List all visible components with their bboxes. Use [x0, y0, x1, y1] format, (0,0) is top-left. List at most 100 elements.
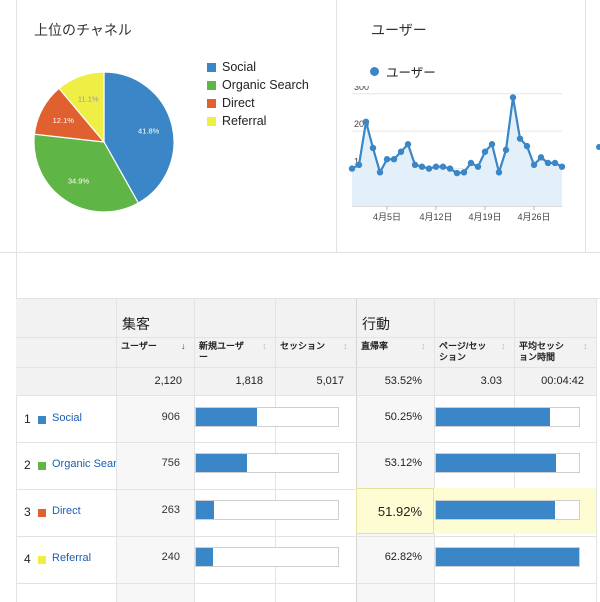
users-data-point[interactable] — [369, 144, 377, 152]
users-data-point[interactable] — [397, 148, 405, 155]
legend-item-direct[interactable]: Direct — [207, 96, 255, 110]
users-data-point[interactable] — [474, 163, 482, 170]
pie-slice-label: 34.9% — [68, 177, 90, 186]
users-data-point[interactable] — [544, 159, 552, 167]
users-data-point[interactable] — [502, 146, 510, 154]
total-value: 53.52% — [384, 375, 422, 387]
sort-icon[interactable]: ↕ — [583, 341, 588, 351]
users-data-point[interactable] — [390, 156, 398, 163]
row-index: 3 — [24, 505, 31, 519]
users-data-point[interactable] — [516, 135, 524, 142]
users-data-point[interactable] — [460, 169, 468, 176]
sort-icon[interactable]: ↕ — [343, 341, 348, 351]
pages-bar-fill — [436, 501, 555, 519]
users-data-point[interactable] — [425, 165, 433, 172]
users-data-point[interactable] — [383, 156, 391, 163]
pie-slice-label: 41.8% — [138, 126, 160, 135]
x-tick-label: 4月26日 — [517, 212, 550, 222]
users-data-point[interactable] — [481, 148, 489, 155]
row-divider — [16, 367, 596, 368]
users-data-point[interactable] — [509, 94, 517, 101]
sort-icon[interactable]: ↕ — [421, 341, 426, 351]
users-value: 263 — [161, 504, 180, 516]
legend-item-referral[interactable]: Referral — [207, 114, 266, 128]
users-data-point[interactable] — [467, 159, 475, 167]
behavior-header: 行動 — [362, 316, 390, 332]
row-divider — [16, 583, 596, 584]
channel-link[interactable]: Social — [52, 412, 116, 424]
pie-slice-label: 12.1% — [53, 116, 75, 125]
bounce-rate-value: 51.92% — [377, 504, 422, 519]
legend-item-social[interactable]: Social — [207, 60, 256, 74]
legend-swatch-icon — [207, 116, 216, 126]
column-header-5[interactable]: ページ/セッ ション — [439, 341, 499, 363]
column-divider — [596, 299, 597, 602]
bounce-rate-value: 62.82% — [384, 551, 422, 563]
column-header-line: 平均セッシ — [519, 341, 565, 351]
acquisition-header: 集客 — [122, 316, 150, 332]
column-header-4[interactable]: 直帰率 — [361, 341, 419, 352]
sort-icon[interactable]: ↕ — [501, 341, 506, 351]
users-data-point[interactable] — [418, 163, 426, 170]
row-divider — [16, 337, 596, 338]
column-header-line: ョン時間 — [519, 352, 556, 362]
users-data-point[interactable] — [495, 169, 503, 176]
legend-label: Direct — [222, 96, 255, 110]
row-divider — [16, 442, 596, 443]
users-data-point[interactable] — [376, 169, 384, 176]
users-data-point[interactable] — [488, 141, 496, 148]
users-data-point[interactable] — [355, 161, 363, 169]
sort-desc-icon[interactable]: ↓ — [181, 341, 186, 351]
users-data-point[interactable] — [558, 163, 566, 170]
channels-pie-chart: 41.8% 34.9% 12.1% 11.1% — [33, 71, 175, 213]
users-data-point[interactable] — [523, 142, 531, 150]
channel-link[interactable]: Referral — [52, 552, 116, 564]
column-header-line: ユーザー — [121, 341, 157, 351]
users-data-point[interactable] — [453, 169, 461, 177]
channels-title: 上位のチャネル — [34, 22, 132, 38]
new-users-bar-fill — [196, 408, 258, 426]
x-tick-label: 4月12日 — [419, 212, 452, 222]
total-value: 1,818 — [235, 375, 263, 387]
pages-bar-fill — [436, 548, 579, 566]
column-header-line: ション — [439, 352, 467, 362]
legend-item-organic-search[interactable]: Organic Search — [207, 78, 309, 92]
users-data-point[interactable] — [432, 163, 440, 170]
new-users-bar — [195, 547, 339, 567]
users-data-point[interactable] — [362, 118, 370, 126]
column-header-line: セッション — [280, 341, 326, 351]
x-tick-label: 4月5日 — [373, 212, 401, 222]
row-index: 1 — [24, 412, 31, 426]
users-data-point[interactable] — [404, 141, 412, 148]
users-data-point[interactable] — [537, 154, 545, 161]
users-data-point[interactable] — [446, 165, 454, 172]
new-users-bar — [195, 407, 339, 427]
row-index: 2 — [24, 458, 31, 472]
pages-bar-fill — [436, 408, 551, 426]
channel-color-swatch — [38, 556, 46, 564]
legend-swatch-icon — [207, 80, 216, 90]
users-data-point[interactable] — [439, 163, 447, 170]
channel-link[interactable]: Direct — [52, 505, 116, 517]
users-data-point[interactable] — [530, 161, 538, 169]
new-users-bar-fill — [196, 501, 215, 519]
column-header-line: 直帰率 — [361, 341, 389, 351]
users-value: 906 — [161, 411, 180, 423]
pie-slice-label: 11.1% — [78, 95, 99, 104]
users-legend: ユーザー — [370, 62, 436, 81]
users-data-point[interactable] — [411, 161, 419, 169]
column-header-1[interactable]: ユーザー — [121, 341, 179, 352]
users-data-point[interactable] — [348, 165, 356, 172]
row-divider — [16, 395, 596, 396]
channel-link[interactable]: Organic Sear — [52, 458, 116, 470]
column-header-2[interactable]: 新規ユーザー — [199, 341, 260, 363]
total-value: 00:04:42 — [541, 375, 584, 387]
sort-icon[interactable]: ↕ — [262, 341, 267, 351]
users-column-bg — [116, 367, 194, 602]
column-header-6[interactable]: 平均セッシ ョン時間 — [519, 341, 581, 363]
users-data-point[interactable] — [551, 159, 559, 167]
total-value: 5,017 — [316, 375, 344, 387]
legend-dot-icon — [370, 67, 379, 76]
new-users-bar-fill — [196, 454, 248, 472]
column-header-3[interactable]: セッション — [280, 341, 341, 352]
